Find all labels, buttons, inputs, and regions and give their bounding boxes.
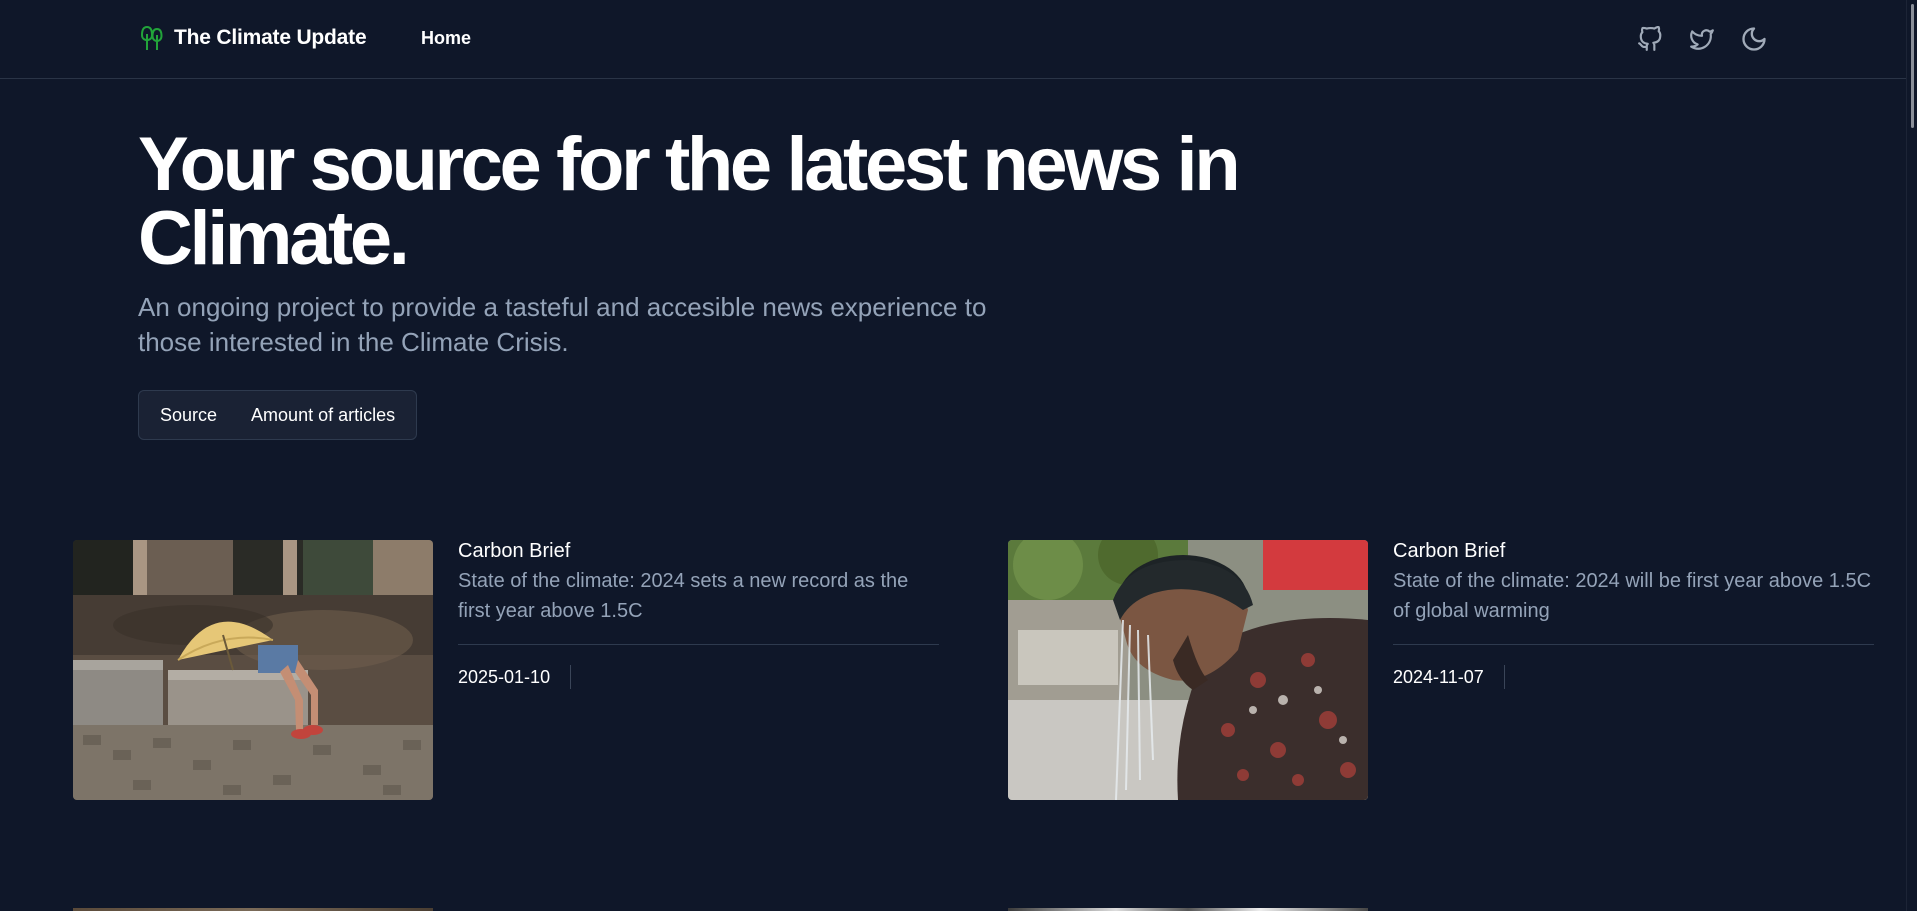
article-divider xyxy=(458,644,939,645)
scrollbar-thumb[interactable] xyxy=(1911,4,1914,128)
brand[interactable]: The Climate Update xyxy=(140,25,367,51)
github-icon xyxy=(1638,26,1662,51)
article-body: Carbon Brief State of the climate: 2024 … xyxy=(458,540,939,689)
article-body: Carbon Brief State of the climate: 2024 … xyxy=(1393,540,1874,689)
article-image[interactable] xyxy=(73,540,433,800)
header-actions xyxy=(1635,24,1769,54)
site-header: The Climate Update Home xyxy=(0,0,1917,79)
twitter-icon xyxy=(1690,29,1714,50)
nav-home-link[interactable]: Home xyxy=(421,28,471,49)
moon-icon xyxy=(1742,27,1766,51)
article-card[interactable]: Carbon Brief State of the climate: 2024 … xyxy=(1008,540,1875,800)
sort-tabs: Source Amount of articles xyxy=(138,390,418,440)
article-date: 2024-11-07 xyxy=(1393,665,1505,689)
article-source: Carbon Brief xyxy=(1393,540,1506,562)
article-card[interactable]: Carbon Brief State of the climate: 2024 … xyxy=(73,540,940,800)
twitter-button[interactable] xyxy=(1687,24,1717,54)
article-title[interactable]: State of the climate: 2024 will be first… xyxy=(1393,566,1874,626)
article-meta: 2025-01-10 xyxy=(458,665,939,689)
person-under-umbrella-heat-photo xyxy=(73,540,433,800)
article-source: Carbon Brief xyxy=(458,540,571,562)
article-title[interactable]: State of the climate: 2024 sets a new re… xyxy=(458,566,939,626)
tab-amount-of-articles[interactable]: Amount of articles xyxy=(234,395,412,435)
hero-title: Your source for the latest news in Clima… xyxy=(138,122,1241,281)
brand-title: The Climate Update xyxy=(174,26,367,49)
man-cooling-head-under-fountain-photo xyxy=(1008,540,1368,800)
article-date: 2025-01-10 xyxy=(458,665,572,689)
article-meta: 2024-11-07 xyxy=(1393,665,1874,689)
page-scrollbar[interactable] xyxy=(1906,0,1917,911)
article-image[interactable] xyxy=(1008,540,1368,800)
hero-subtitle: An ongoing project to provide a tasteful… xyxy=(138,292,987,357)
tree-logo-icon xyxy=(140,25,163,50)
article-divider xyxy=(1393,644,1874,645)
theme-toggle-button[interactable] xyxy=(1739,24,1769,54)
github-button[interactable] xyxy=(1635,24,1665,54)
tab-source[interactable]: Source xyxy=(143,395,234,435)
